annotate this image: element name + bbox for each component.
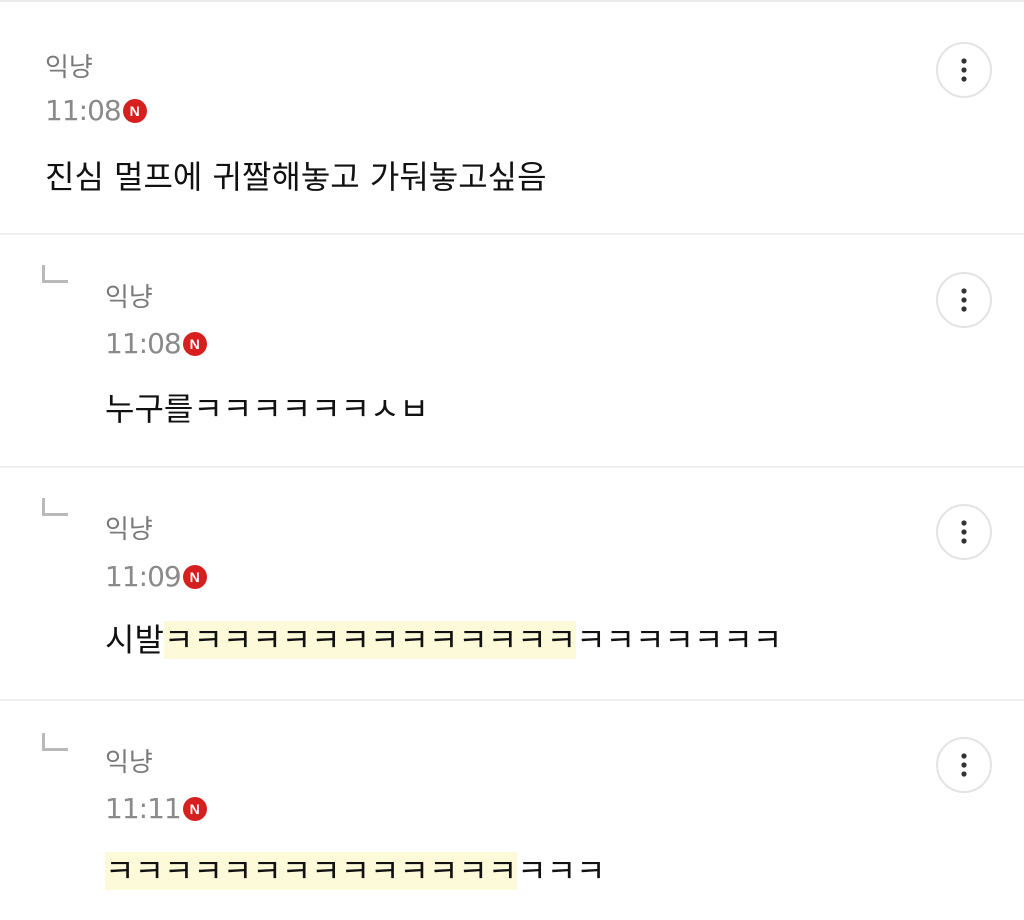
comment-thread: 익냥 11:08 N 진심 멀프에 귀짤해놓고 가둬놓고싶음 익냥 11:08 … [0, 0, 1024, 920]
reply-comment: 익냥 11:11 N ㅋㅋㅋㅋㅋㅋㅋㅋㅋㅋㅋㅋㅋㅋㅋㅋㅋ [0, 701, 1024, 920]
more-vertical-icon [961, 58, 967, 82]
highlighted-text: ㅋㅋㅋㅋㅋㅋㅋㅋㅋㅋㅋㅋㅋㅋ [163, 621, 577, 659]
reply-arrow-icon [42, 733, 68, 751]
comment-meta: 11:08 N [45, 94, 147, 128]
text-segment: ㅋㅋㅋㅋㅋㅋㅋ [576, 621, 783, 659]
more-options-button[interactable] [936, 737, 992, 793]
more-vertical-icon [961, 288, 967, 312]
more-options-button[interactable] [936, 42, 992, 98]
more-options-button[interactable] [936, 272, 992, 328]
comment-author[interactable]: 익냥 [105, 747, 153, 779]
more-options-button[interactable] [936, 504, 992, 560]
new-badge: N [182, 797, 207, 821]
comment-time: 11:08 [105, 327, 182, 360]
reply-arrow-icon [42, 265, 68, 283]
new-badge: N [182, 332, 207, 356]
comment-time: 11:11 [105, 792, 182, 825]
reply-comment: 익냥 11:09 N 시발ㅋㅋㅋㅋㅋㅋㅋㅋㅋㅋㅋㅋㅋㅋㅋㅋㅋㅋㅋㅋㅋ [0, 468, 1024, 701]
reply-arrow-icon [42, 498, 68, 516]
comment-meta: 11:09 N [105, 560, 207, 594]
text-segment: ㅋㅋㅋ [517, 852, 606, 890]
comment-author[interactable]: 익냥 [105, 282, 153, 314]
reply-comment: 익냥 11:08 N 누구를ㅋㅋㅋㅋㅋㅋㅅㅂ [0, 235, 1024, 468]
new-badge: N [122, 99, 147, 123]
text-segment: 시발 [105, 621, 164, 659]
comment-text: 누구를ㅋㅋㅋㅋㅋㅋㅅㅂ [105, 390, 429, 428]
comment-meta: 11:11 N [105, 792, 207, 826]
more-vertical-icon [961, 520, 967, 544]
comment-time: 11:08 [45, 94, 122, 127]
comment-meta: 11:08 N [105, 327, 207, 361]
comment-author[interactable]: 익냥 [105, 514, 153, 546]
comment-author[interactable]: 익냥 [45, 52, 93, 84]
comment-text: 진심 멀프에 귀짤해놓고 가둬놓고싶음 [45, 158, 547, 196]
comment: 익냥 11:08 N 진심 멀프에 귀짤해놓고 가둬놓고싶음 [0, 2, 1024, 235]
more-vertical-icon [961, 753, 967, 777]
comment-time: 11:09 [105, 560, 182, 593]
comment-text: ㅋㅋㅋㅋㅋㅋㅋㅋㅋㅋㅋㅋㅋㅋㅋㅋㅋ [105, 846, 606, 896]
new-badge: N [182, 565, 207, 589]
comment-text: 시발ㅋㅋㅋㅋㅋㅋㅋㅋㅋㅋㅋㅋㅋㅋㅋㅋㅋㅋㅋㅋㅋ [105, 615, 782, 665]
highlighted-text: ㅋㅋㅋㅋㅋㅋㅋㅋㅋㅋㅋㅋㅋㅋ [105, 852, 518, 890]
